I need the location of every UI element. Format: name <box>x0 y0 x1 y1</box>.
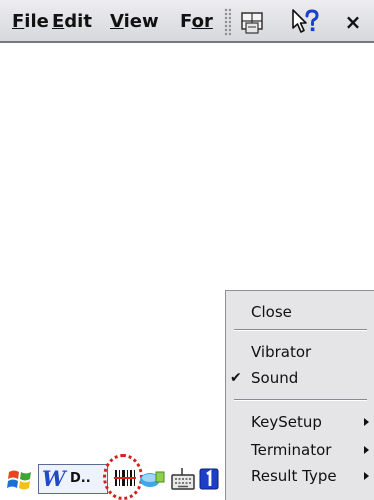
menu-item-vibrator[interactable]: Vibrator <box>226 339 374 365</box>
menu-item-sound[interactable]: ✔ Sound <box>226 365 374 391</box>
start-button[interactable] <box>6 466 34 494</box>
menu-view-mnemonic: V <box>110 11 124 32</box>
highlight-circle <box>103 454 143 500</box>
whats-this-help-icon <box>292 9 319 33</box>
taskbar: W D.. <box>0 454 374 500</box>
keyboard-icon <box>171 468 195 490</box>
menu-item-close-label: Close <box>251 303 292 321</box>
menu-format-mnemonic: F <box>180 11 192 32</box>
menu-file[interactable]: File <box>12 10 49 34</box>
menu-format-rest: or <box>191 11 213 32</box>
app-screen: File Edit View For × Close Vibrator ✔ So… <box>0 0 374 500</box>
menu-item-keysetup[interactable]: KeySetup <box>226 409 374 435</box>
word-button-label: D.. <box>70 471 91 486</box>
windows-flag-icon <box>7 470 31 490</box>
submenu-arrow-icon <box>364 446 369 454</box>
word-icon: W <box>42 466 66 491</box>
menu-view-rest: iew <box>123 11 159 32</box>
menu-item-close[interactable]: Close <box>226 299 374 325</box>
connectivity-button[interactable] <box>138 466 166 492</box>
keyboard-input-button[interactable] <box>170 466 196 492</box>
submenu-arrow-icon <box>364 418 369 426</box>
menu-edit-mnemonic: E <box>52 11 65 32</box>
menu-view[interactable]: View <box>110 10 159 34</box>
menu-separator <box>234 329 367 331</box>
menu-bar: File Edit View For × <box>0 0 374 43</box>
whats-this-button[interactable] <box>290 7 320 37</box>
close-button[interactable]: × <box>338 7 368 37</box>
toolbar-grip[interactable] <box>224 8 231 36</box>
input-panel-icon <box>241 12 263 34</box>
input-mode-1-icon <box>199 468 219 490</box>
menu-file-rest: ile <box>24 11 49 32</box>
menu-format[interactable]: For <box>180 10 218 34</box>
input-panel-button[interactable] <box>238 7 268 37</box>
menu-edit[interactable]: Edit <box>52 10 92 34</box>
word-taskbar-button[interactable]: W D.. <box>38 464 108 494</box>
input-mode-button[interactable] <box>198 466 220 492</box>
menu-edit-rest: dit <box>64 11 92 32</box>
menu-file-mnemonic: F <box>12 11 25 32</box>
menu-item-keysetup-label: KeySetup <box>251 413 322 431</box>
menu-separator <box>234 399 367 401</box>
checkmark-icon: ✔ <box>230 370 242 386</box>
menu-item-vibrator-label: Vibrator <box>251 343 312 361</box>
close-icon: × <box>344 10 362 34</box>
menu-item-sound-label: Sound <box>251 369 299 387</box>
connectivity-icon <box>140 471 165 487</box>
